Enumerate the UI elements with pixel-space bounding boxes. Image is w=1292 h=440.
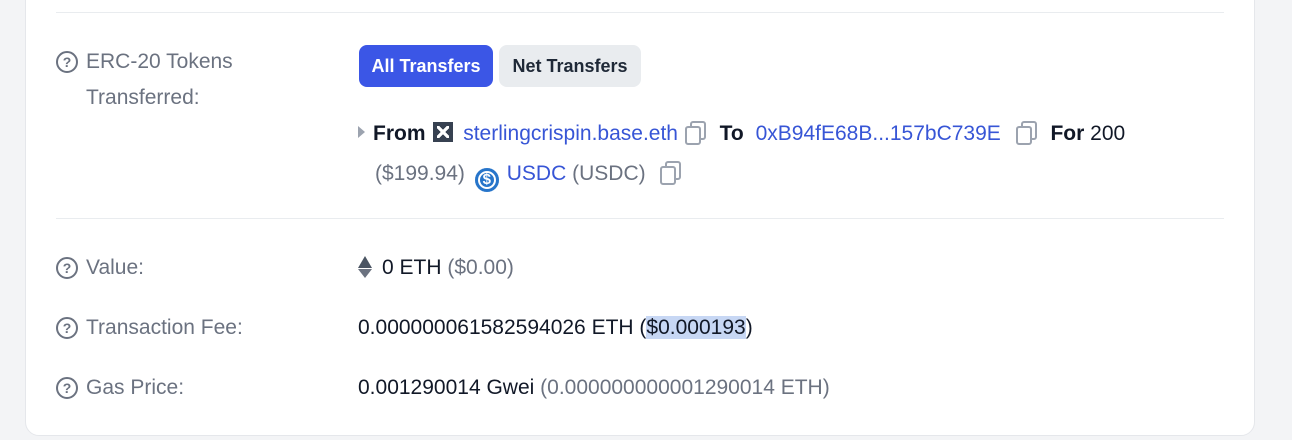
gas-eth-equivalent: (0.000000000001290014 ETH) <box>540 376 830 399</box>
divider-middle <box>56 218 1224 219</box>
value-row: 0 ETH ($0.00) <box>358 250 514 286</box>
value-label: Value: <box>86 256 144 279</box>
tab-all-transfers[interactable]: All Transfers <box>359 45 493 87</box>
fee-row: 0.000000061582594026 ETH ($0.000193) <box>358 310 753 346</box>
to-address-link[interactable]: 0xB94fE68B...157bC739E <box>756 122 1001 145</box>
value-label-row: ? Value: <box>56 250 144 286</box>
question-circle-icon[interactable]: ? <box>56 257 78 279</box>
fee-label: Transaction Fee: <box>86 316 243 339</box>
copy-icon[interactable] <box>1015 121 1037 145</box>
usdc-icon: $ <box>474 168 499 192</box>
question-circle-icon[interactable]: ? <box>56 377 78 399</box>
fee-amount: 0.000000061582594026 ETH <box>358 316 634 339</box>
divider-top <box>56 12 1224 13</box>
question-circle-icon[interactable]: ? <box>56 317 78 339</box>
gas-amount: 0.001290014 Gwei <box>358 376 535 399</box>
gas-label-row: ? Gas Price: <box>56 370 184 406</box>
gas-label: Gas Price: <box>86 376 185 399</box>
token-symbol: (USDC) <box>572 162 646 185</box>
token-link[interactable]: USDC <box>507 162 567 185</box>
from-label: From <box>373 122 426 145</box>
copy-icon[interactable] <box>684 121 706 145</box>
ethereum-icon <box>358 256 372 278</box>
tab-net-transfers[interactable]: Net Transfers <box>499 45 641 87</box>
address-avatar-icon <box>433 122 454 142</box>
from-address-link[interactable]: sterlingcrispin.base.eth <box>463 122 678 145</box>
question-circle-icon[interactable]: ? <box>56 51 78 73</box>
fee-label-row: ? Transaction Fee: <box>56 310 243 346</box>
for-label: For <box>1050 122 1085 145</box>
to-label: To <box>719 122 744 145</box>
value-usd: ($0.00) <box>447 256 514 279</box>
transfer-line-1: From sterlingcrispin.base.eth To 0xB94fE… <box>358 116 1125 152</box>
erc20-label-row: ? ERC-20 Tokens Transferred: <box>56 44 296 116</box>
fee-usd-value: $0.000193 <box>646 316 746 339</box>
copy-icon[interactable] <box>659 161 682 185</box>
fee-usd-close: ) <box>745 316 753 339</box>
transfer-amount: 200 <box>1090 122 1126 145</box>
transfer-line-2: ($199.94) $ USDC (USDC) <box>375 156 682 192</box>
caret-right-icon[interactable] <box>358 126 365 138</box>
transfer-usd-value: ($199.94) <box>375 162 465 185</box>
erc20-label: ERC-20 Tokens Transferred: <box>86 50 233 109</box>
gas-row: 0.001290014 Gwei (0.000000000001290014 E… <box>358 370 830 406</box>
value-amount: 0 ETH <box>382 256 442 279</box>
